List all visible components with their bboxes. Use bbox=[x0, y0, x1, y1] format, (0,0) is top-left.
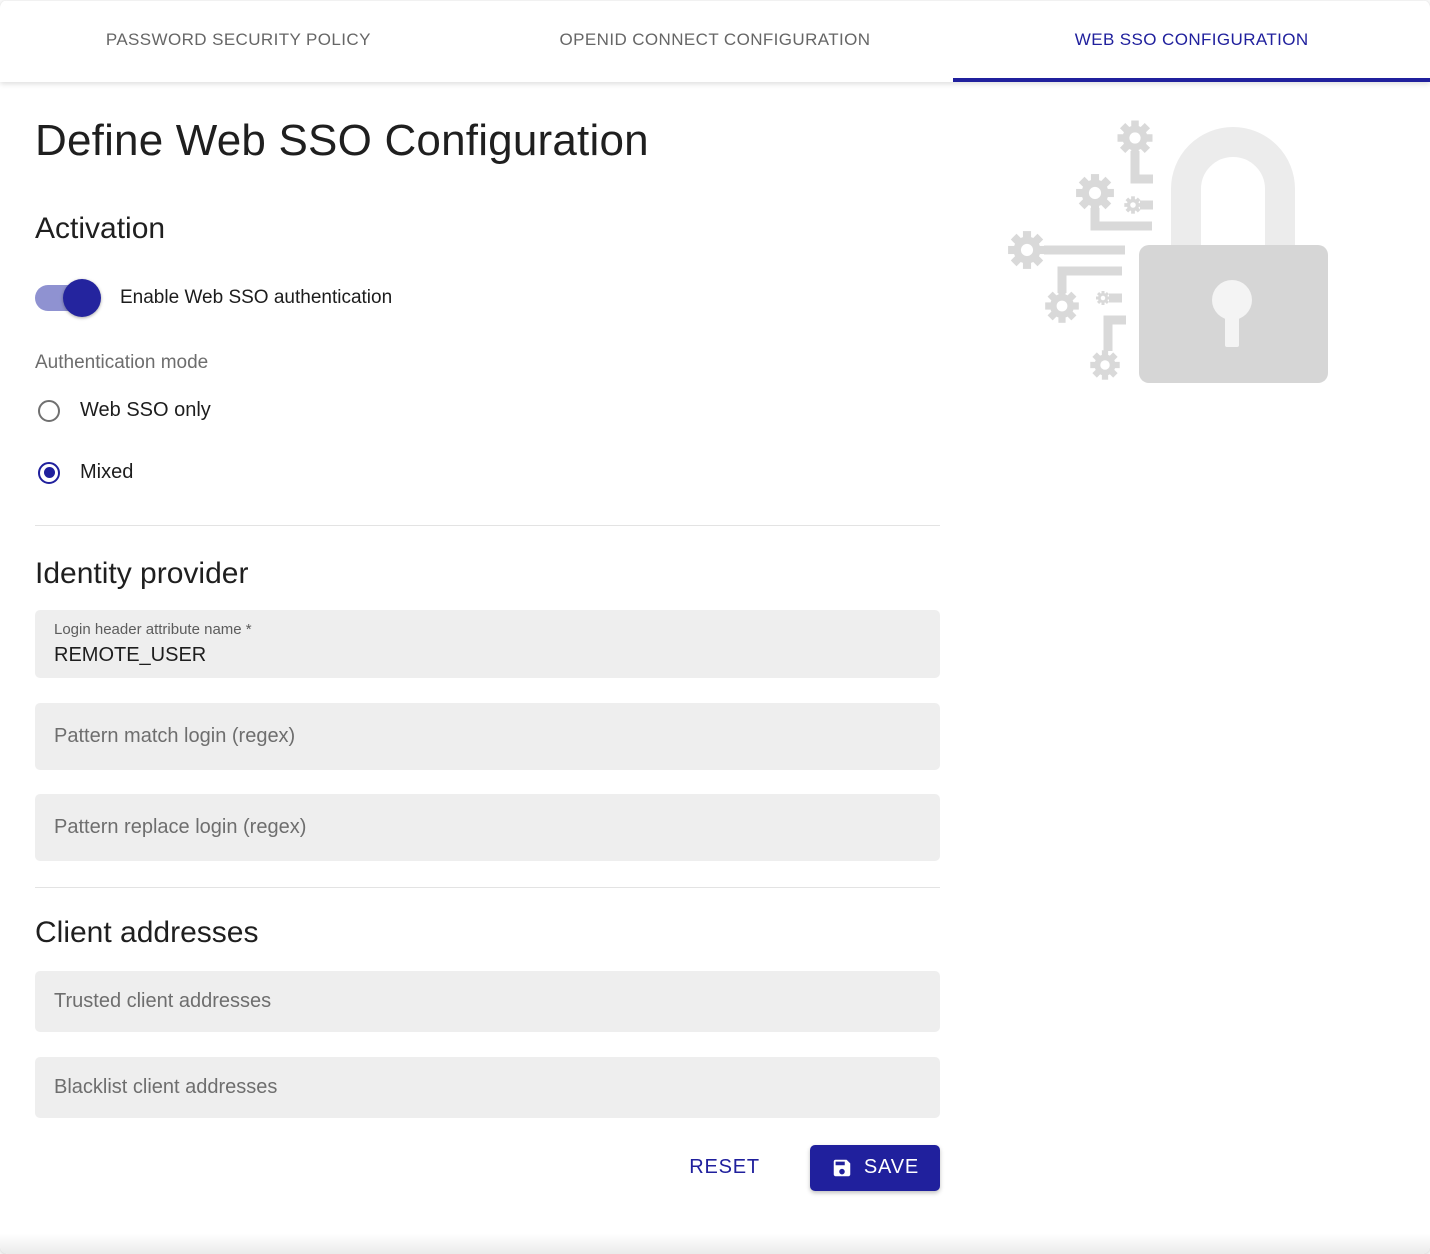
form-content: Define Web SSO Configuration Activation … bbox=[0, 116, 1430, 1191]
section-divider bbox=[35, 887, 940, 888]
enable-web-sso-toggle-row: Enable Web SSO authentication bbox=[35, 279, 1430, 317]
client-addresses-section-heading: Client addresses bbox=[35, 915, 1430, 951]
pattern-match-login-input[interactable] bbox=[54, 725, 921, 748]
blacklist-client-addresses-input[interactable] bbox=[54, 1076, 921, 1099]
web-sso-configuration-page: PASSWORD SECURITY POLICY OPENID CONNECT … bbox=[0, 0, 1430, 1254]
radio-option-mixed[interactable]: Mixed bbox=[35, 454, 1430, 492]
radio-selected-dot bbox=[44, 467, 55, 478]
radio-label-web-sso-only: Web SSO only bbox=[80, 399, 211, 422]
save-button-label: SAVE bbox=[864, 1156, 919, 1179]
pattern-match-login-field[interactable] bbox=[35, 703, 940, 770]
section-divider bbox=[35, 525, 940, 526]
blacklist-client-addresses-field[interactable] bbox=[35, 1057, 940, 1118]
save-button[interactable]: SAVE bbox=[810, 1145, 940, 1191]
radio-checked-icon[interactable] bbox=[38, 462, 60, 484]
form-actions-row: RESET SAVE bbox=[35, 1145, 940, 1191]
pattern-replace-login-input[interactable] bbox=[54, 816, 921, 839]
radio-label-mixed: Mixed bbox=[80, 461, 133, 484]
trusted-client-addresses-input[interactable] bbox=[54, 990, 921, 1013]
save-icon bbox=[831, 1157, 853, 1179]
page-title: Define Web SSO Configuration bbox=[35, 116, 1430, 167]
login-header-attribute-input[interactable] bbox=[54, 644, 921, 667]
toggle-knob bbox=[63, 279, 101, 317]
card-bottom-shadow bbox=[0, 1234, 1430, 1254]
login-header-attribute-field[interactable]: Login header attribute name * bbox=[35, 610, 940, 678]
trusted-client-addresses-field[interactable] bbox=[35, 971, 940, 1032]
radio-option-web-sso-only[interactable]: Web SSO only bbox=[35, 392, 1430, 430]
pattern-replace-login-field[interactable] bbox=[35, 794, 940, 861]
enable-web-sso-toggle[interactable] bbox=[35, 285, 97, 311]
radio-unchecked-icon[interactable] bbox=[38, 400, 60, 422]
login-header-attribute-label: Login header attribute name * bbox=[54, 621, 921, 638]
settings-tab-bar: PASSWORD SECURITY POLICY OPENID CONNECT … bbox=[0, 0, 1430, 82]
identity-provider-section-heading: Identity provider bbox=[35, 556, 1430, 592]
tab-openid-connect-configuration[interactable]: OPENID CONNECT CONFIGURATION bbox=[477, 1, 954, 82]
activation-section-heading: Activation bbox=[35, 211, 1430, 247]
authentication-mode-label: Authentication mode bbox=[35, 352, 1430, 374]
tab-web-sso-configuration[interactable]: WEB SSO CONFIGURATION bbox=[953, 1, 1430, 82]
tab-password-security-policy[interactable]: PASSWORD SECURITY POLICY bbox=[0, 1, 477, 82]
enable-web-sso-toggle-label: Enable Web SSO authentication bbox=[120, 287, 392, 309]
reset-button[interactable]: RESET bbox=[681, 1150, 768, 1185]
